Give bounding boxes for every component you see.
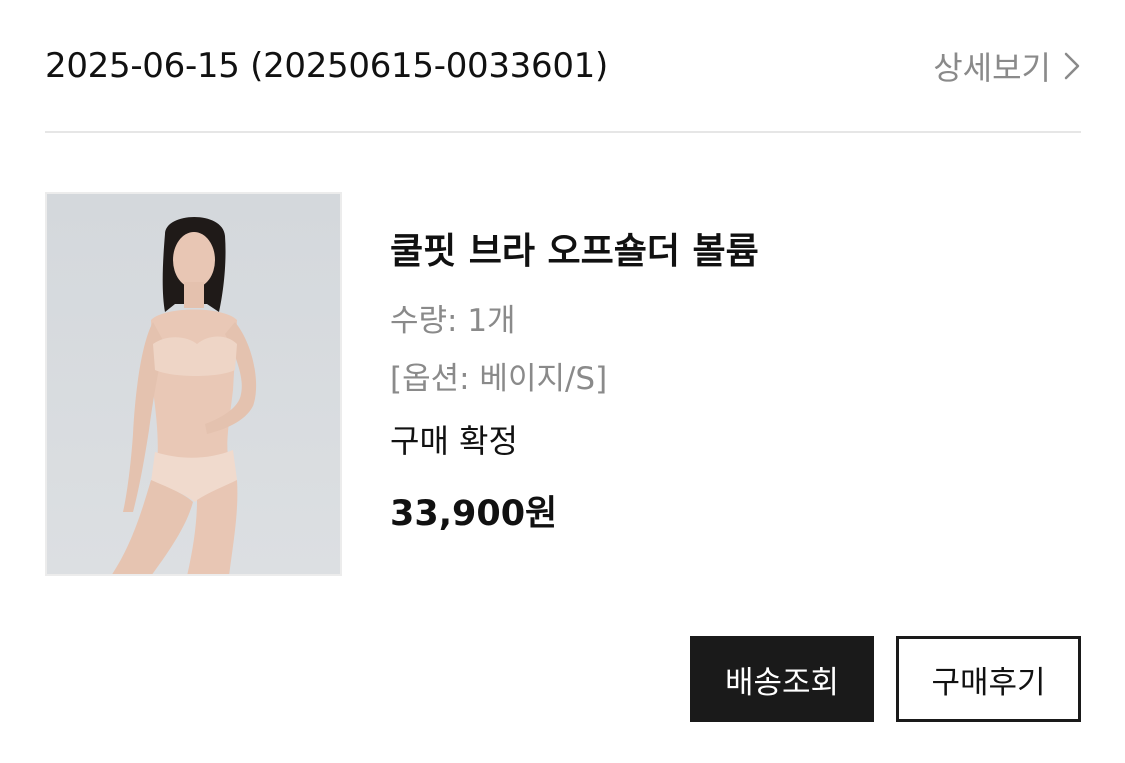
product-info: 쿨핏 브라 오프숄더 볼륨 수량: 1개 [옵션: 베이지/S] 구매 확정 3… <box>390 222 759 542</box>
view-details-label: 상세보기 <box>933 49 1051 87</box>
order-status: 구매 확정 <box>390 422 518 460</box>
write-review-button[interactable]: 구매후기 <box>896 636 1081 722</box>
product-option: [옵션: 베이지/S] <box>390 361 608 397</box>
order-header: 2025-06-15 (20250615-0033601) 상세보기 <box>45 38 1081 94</box>
order-date-id: 2025-06-15 (20250615-0033601) <box>45 46 608 86</box>
product-price: 33,900원 <box>390 494 558 534</box>
product-image[interactable] <box>45 192 342 576</box>
product-quantity: 수량: 1개 <box>390 303 516 339</box>
chevron-right-icon <box>1063 51 1081 81</box>
view-details-link[interactable]: 상세보기 <box>933 43 1081 89</box>
track-delivery-button[interactable]: 배송조회 <box>690 636 874 722</box>
divider <box>45 131 1081 133</box>
product-name[interactable]: 쿨핏 브라 오프숄더 볼륨 <box>390 222 759 282</box>
